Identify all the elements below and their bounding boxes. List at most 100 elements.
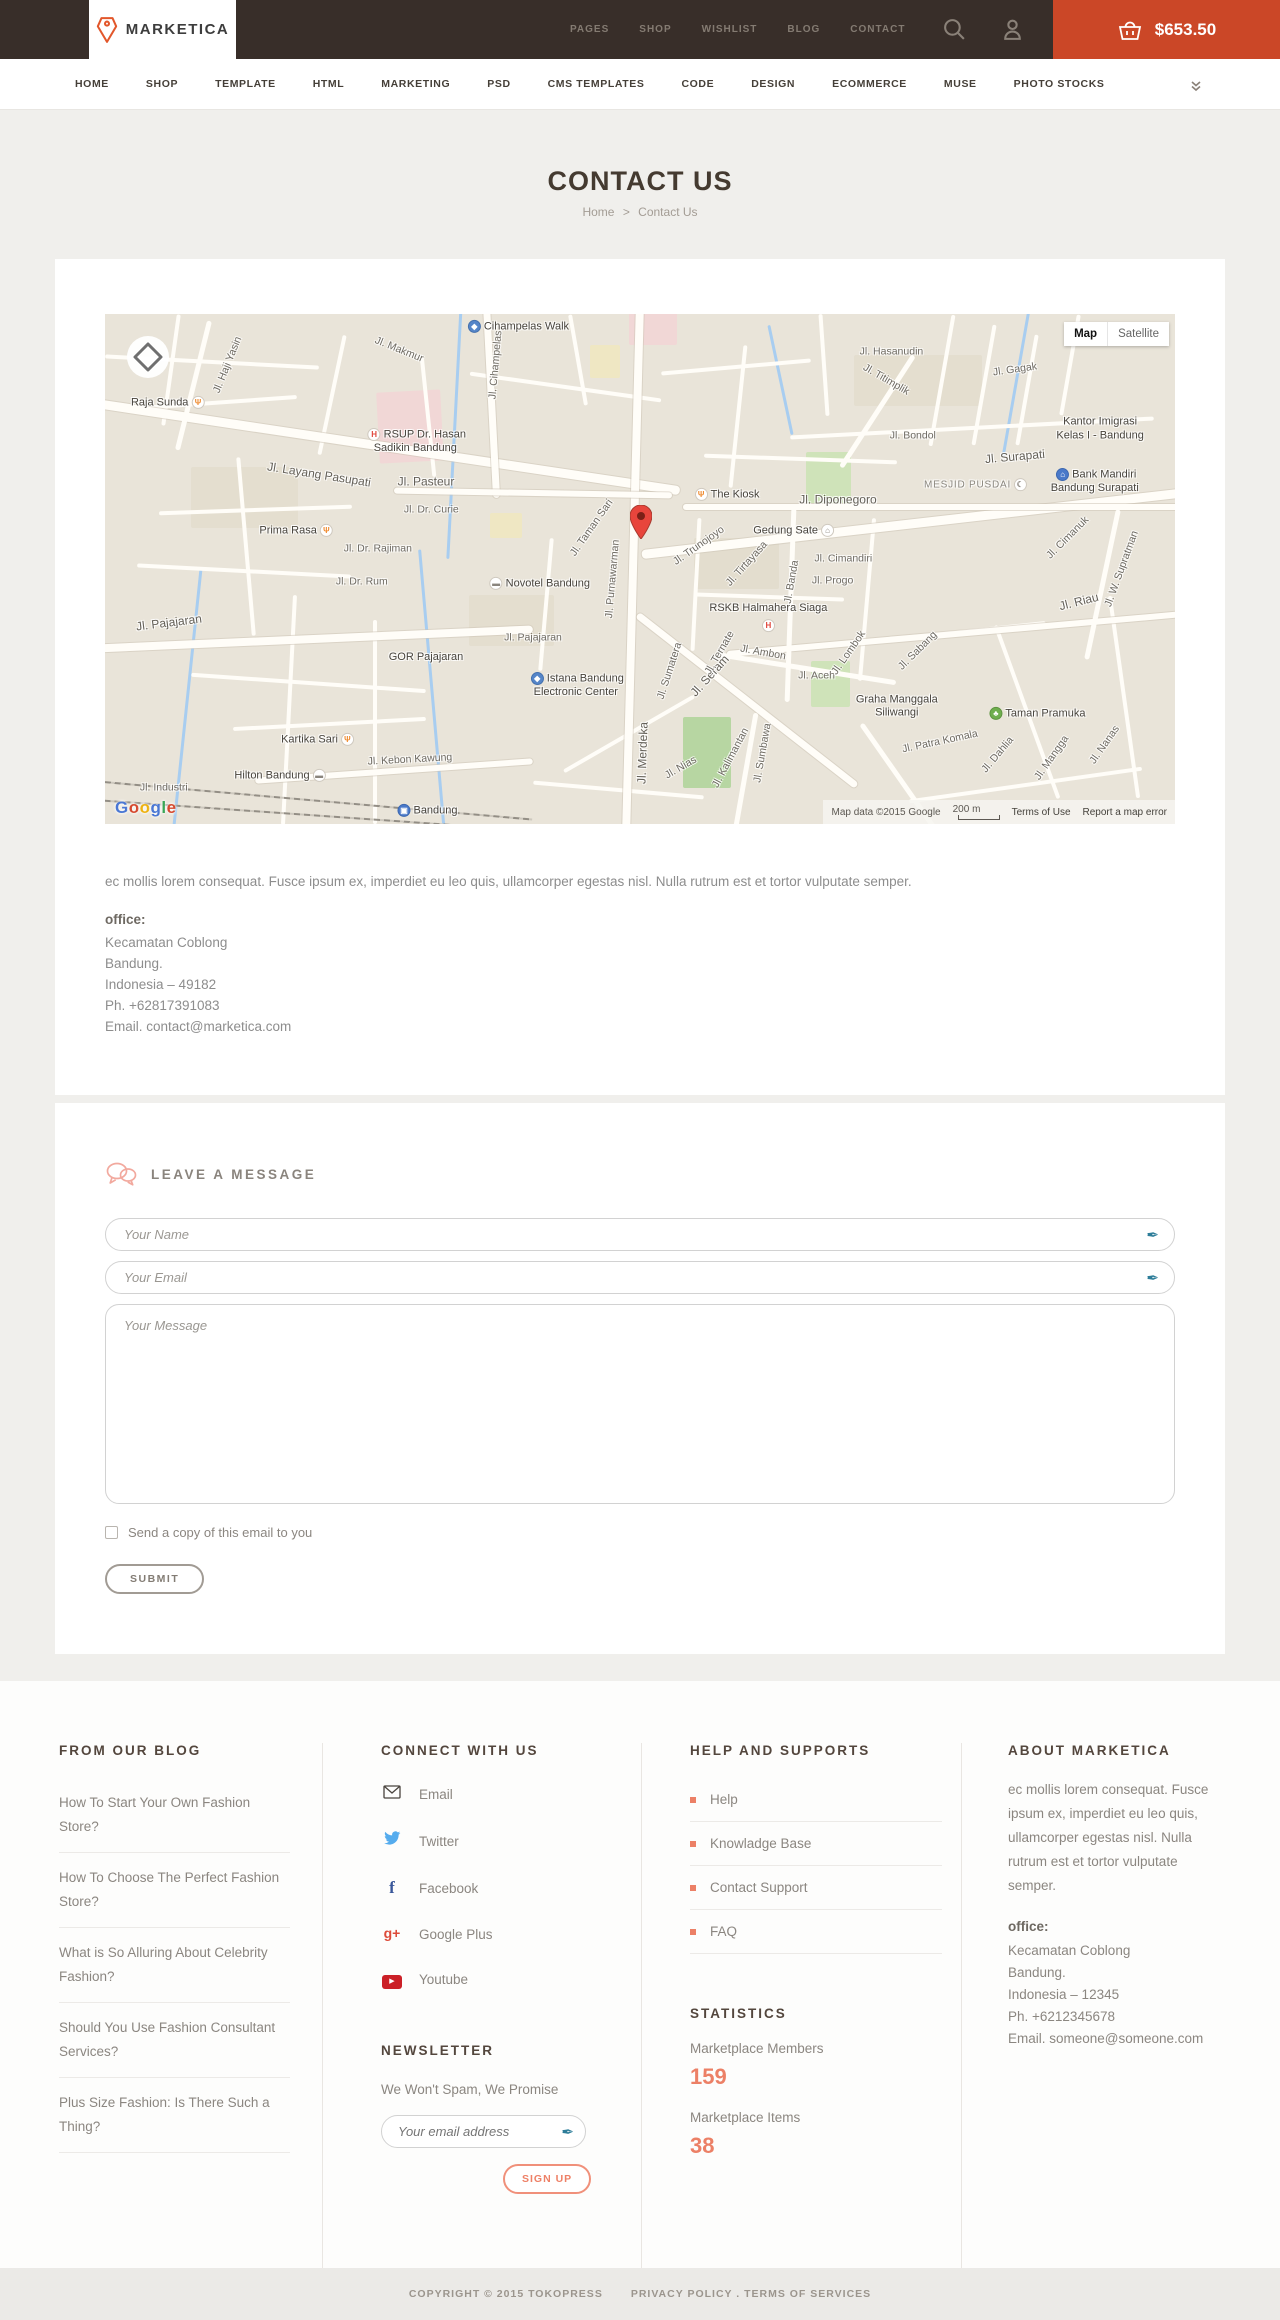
social-email[interactable]: Email (381, 1785, 641, 1804)
message-textarea[interactable] (105, 1304, 1175, 1504)
map-label: RSKB Halmahera Siaga H (709, 602, 828, 633)
page-header: CONTACT US Home > Contact Us (0, 110, 1280, 219)
menu-code[interactable]: CODE (681, 78, 714, 90)
map-button[interactable]: Map (1064, 322, 1108, 346)
map-label: Jl. Ambon (739, 642, 787, 663)
privacy-terms-links[interactable]: PRIVACY POLICY . TERMS OF SERVICES (631, 2288, 871, 2300)
send-copy-label[interactable]: Send a copy of this email to you (128, 1525, 312, 1540)
social-facebook[interactable]: f Facebook (381, 1878, 641, 1898)
contact-card: ◆ Cihampelas Walk Jl. Hasanudin Jl. Haji Ya… (55, 259, 1225, 1095)
map-label: Raja Sunda Ψ (131, 396, 208, 410)
map-label: Jl. Gagak (991, 360, 1038, 379)
topnav-shop[interactable]: SHOP (639, 24, 671, 35)
blog-link[interactable]: Should You Use Fashion Consultant Servic… (59, 2003, 290, 2078)
map-label: H RSUP Dr. Hasan Sadikin Bandung (365, 427, 466, 456)
map-label: Jl. Layang Pasupati (266, 459, 372, 490)
restaurant-icon: Ψ (319, 523, 333, 537)
help-label: FAQ (710, 1924, 738, 1939)
google-map[interactable]: ◆ Cihampelas Walk Jl. Hasanudin Jl. Haji Ya… (105, 314, 1175, 824)
pen-icon: ✒ (561, 2124, 574, 2141)
name-input[interactable] (105, 1218, 1175, 1251)
map-label: Jl. Nanas (1087, 723, 1123, 766)
map-labels-layer: ◆ Cihampelas Walk Jl. Hasanudin Jl. Haji Ya… (105, 314, 1175, 824)
cart-button[interactable]: $653.50 (1053, 0, 1280, 59)
menu-home[interactable]: HOME (75, 78, 109, 90)
topnav-contact[interactable]: CONTACT (850, 24, 905, 35)
topnav-blog[interactable]: BLOG (787, 24, 820, 35)
map-label: Jl. Banda (781, 559, 802, 605)
more-menu-icon[interactable] (1190, 79, 1202, 97)
map-pan-control[interactable] (126, 335, 170, 384)
map-label: Jl. Surapati (983, 446, 1045, 466)
social-label: Twitter (419, 1833, 459, 1849)
brand-logo[interactable]: MARKETICA (89, 0, 236, 59)
menu-marketing[interactable]: MARKETING (381, 78, 450, 90)
terms-of-use-link[interactable]: Terms of Use (1012, 807, 1071, 818)
social-label: Google Plus (419, 1926, 493, 1942)
stat-label: Marketplace Members (690, 2041, 824, 2056)
submit-button[interactable]: SUBMIT (105, 1564, 205, 1594)
social-google-plus[interactable]: g+ Google Plus (381, 1925, 641, 1943)
help-link-contact-support[interactable]: Contact Support (690, 1866, 942, 1910)
user-icon[interactable] (1000, 17, 1025, 47)
bullet-icon (690, 1928, 696, 1935)
menu-ecommerce[interactable]: ECOMMERCE (832, 78, 907, 90)
restaurant-icon: Ψ (191, 396, 205, 410)
footer-about-column: ABOUT MARKETICA ec mollis lorem consequa… (961, 1743, 1224, 2268)
cart-icon (1118, 21, 1141, 40)
location-marker-icon[interactable] (629, 504, 653, 544)
blog-link[interactable]: Plus Size Fashion: Is There Such a Thing… (59, 2078, 290, 2153)
social-youtube[interactable]: ▶ Youtube (381, 1970, 641, 1989)
menu-photo-stocks[interactable]: PHOTO STOCKS (1014, 78, 1105, 90)
blog-link[interactable]: How To Start Your Own Fashion Store? (59, 1778, 290, 1853)
send-copy-checkbox[interactable] (105, 1526, 118, 1539)
report-map-error-link[interactable]: Report a map error (1083, 807, 1167, 818)
office-line: Kecamatan Coblong (1008, 1943, 1131, 1958)
help-link-knowladge-base[interactable]: Knowladge Base (690, 1822, 942, 1866)
blog-link[interactable]: How To Choose The Perfect Fashion Store? (59, 1853, 290, 1928)
map-label: Jl. Pajajaran (504, 631, 562, 644)
mosque-icon: ☾ (1014, 478, 1028, 492)
map-label: Jl. Riau (1057, 590, 1100, 614)
help-link-help[interactable]: Help (690, 1778, 942, 1822)
map-label: ◆ Cihampelas Walk (465, 319, 569, 334)
blog-link[interactable]: What is So Alluring About Celebrity Fash… (59, 1928, 290, 2003)
menu-shop[interactable]: SHOP (146, 78, 178, 90)
menu-template[interactable]: TEMPLATE (215, 78, 276, 90)
hospital-icon: H (367, 427, 381, 441)
map-label: Jl. Lombok (828, 628, 868, 678)
map-label: Jl. Dr. Curie (403, 503, 459, 516)
social-twitter[interactable]: Twitter (381, 1831, 641, 1851)
restaurant-icon: Ψ (694, 487, 708, 501)
signup-button[interactable]: SIGN UP (503, 2164, 592, 2194)
map-label: Jl. Dahlia (979, 734, 1017, 776)
menu-psd[interactable]: PSD (487, 78, 510, 90)
menu-cms-templates[interactable]: CMS TEMPLATES (548, 78, 645, 90)
topnav-wishlist[interactable]: WISHLIST (702, 24, 758, 35)
map-label: Jl. Cihampelas (486, 330, 504, 400)
help-link-faq[interactable]: FAQ (690, 1910, 942, 1954)
topnav-pages[interactable]: PAGES (570, 24, 609, 35)
bullet-icon (690, 1840, 696, 1847)
newsletter-email-input[interactable] (381, 2115, 586, 2148)
menu-design[interactable]: DESIGN (751, 78, 795, 90)
map-label: Ψ The Kiosk (692, 487, 760, 502)
breadcrumb-home[interactable]: Home (582, 205, 614, 219)
map-attribution: Map data ©2015 Google 200 m Terms of Use… (823, 800, 1175, 824)
office-label: office: (1008, 1919, 1049, 1934)
map-label: ▬ Novotel Bandung (487, 577, 590, 591)
park-icon: ♣ (989, 707, 1003, 721)
menu-muse[interactable]: MUSE (944, 78, 977, 90)
about-text: ec mollis lorem consequat. Fusce ipsum e… (1008, 1782, 1209, 1893)
menu-html[interactable]: HTML (313, 78, 345, 90)
page-footer: FROM OUR BLOG How To Start Your Own Fash… (0, 1681, 1280, 2268)
satellite-button[interactable]: Satellite (1107, 322, 1169, 346)
gov-icon: ⌂ (821, 523, 835, 537)
map-label: Jl. Merdeka (634, 721, 651, 784)
shop-icon: ◆ (467, 319, 481, 333)
email-input[interactable] (105, 1261, 1175, 1294)
map-label: Jl. Industri (139, 781, 188, 794)
footer-help-column: HELP AND SUPPORTS Help Knowladge Base Cont… (641, 1743, 961, 2268)
map-label: Jl. Sumatera (654, 640, 685, 701)
search-icon[interactable] (942, 17, 967, 47)
